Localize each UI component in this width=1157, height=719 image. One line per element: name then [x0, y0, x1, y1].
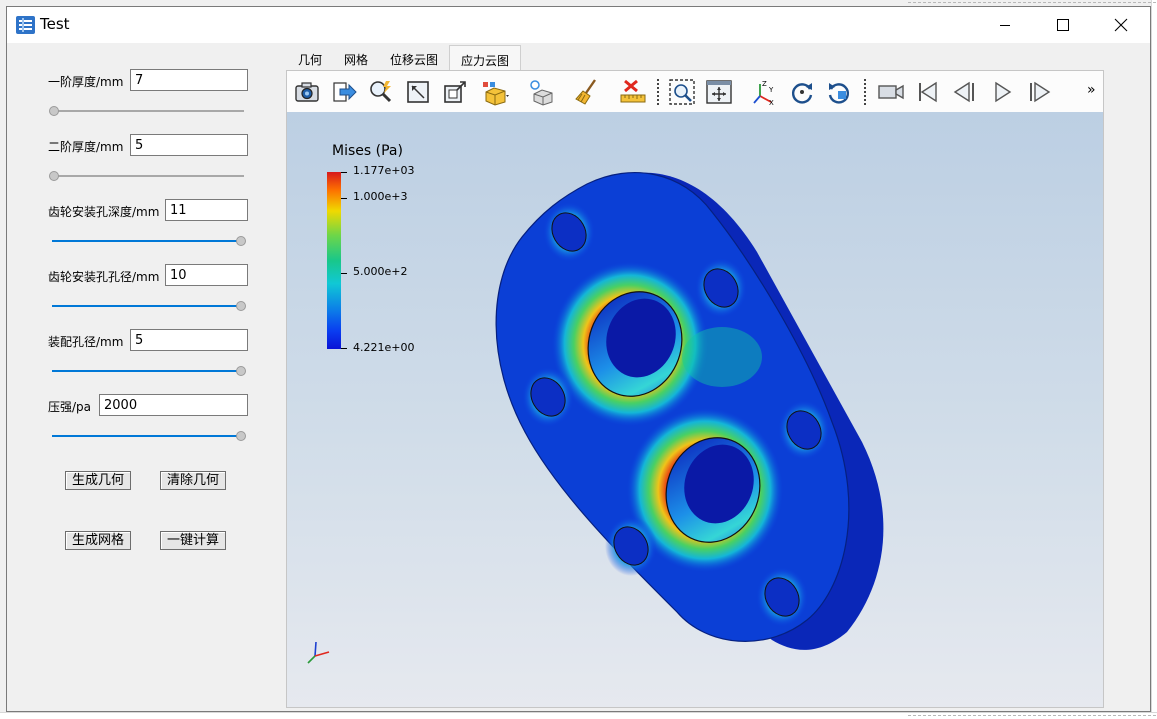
tab-displacement[interactable]: 位移云图 [379, 45, 449, 71]
colorbar-tick [341, 172, 347, 173]
colorbar-tick [341, 348, 347, 349]
close-button[interactable] [1092, 7, 1150, 43]
generate-mesh-button[interactable]: 生成网格 [65, 531, 131, 550]
play-icon[interactable] [988, 78, 1016, 106]
first-frame-icon[interactable] [914, 78, 942, 106]
3d-viewport[interactable]: Mises (Pa) 1.177e+03 1.000e+3 5.000e+2 4… [287, 112, 1103, 707]
parameter-panel: 一阶厚度/mm 7 二阶厚度/mm 5 齿轮安装孔深度/mm 11 齿轮安装孔孔… [7, 43, 285, 713]
maximize-icon [1057, 19, 1069, 31]
prev-frame-icon[interactable] [951, 78, 979, 106]
background-window-edge [1151, 0, 1157, 718]
gear-hole-diameter-slider-handle[interactable] [236, 301, 246, 311]
reset-view-icon[interactable] [705, 78, 733, 106]
param-label-gear-hole-diameter: 齿轮安装孔孔径/mm [48, 270, 160, 284]
legend-max-label: 1.177e+03 [353, 164, 415, 177]
legend-label-1000: 1.000e+3 [353, 190, 408, 203]
pressure-input[interactable]: 2000 [99, 394, 248, 416]
assembly-hole-input[interactable]: 5 [130, 329, 248, 351]
interact-select-icon[interactable] [404, 78, 432, 106]
light-icon[interactable] [527, 78, 555, 106]
orientation-axes-icon [307, 641, 330, 664]
rotate-ccw-icon[interactable] [825, 78, 853, 106]
video-camera-icon[interactable] [877, 78, 905, 106]
param-label-gear-hole-depth: 齿轮安装孔深度/mm [48, 205, 160, 219]
tab-geometry[interactable]: 几何 [287, 45, 333, 71]
second-thickness-slider[interactable] [52, 175, 244, 177]
legend-title: Mises (Pa) [332, 143, 403, 159]
param-label-first-thickness: 一阶厚度/mm [48, 75, 124, 89]
first-thickness-slider[interactable] [52, 110, 244, 112]
svg-text:X: X [769, 99, 774, 106]
window-title: Test [40, 15, 70, 33]
legend-label-500: 5.000e+2 [353, 265, 408, 278]
second-thickness-input[interactable]: 5 [130, 134, 248, 156]
second-thickness-slider-handle[interactable] [49, 171, 59, 181]
gear-hole-depth-slider[interactable] [52, 240, 244, 242]
more-icon[interactable]: » [1087, 82, 1096, 98]
last-frame-icon[interactable] [1025, 78, 1053, 106]
app-icon [16, 16, 35, 34]
toolbar-separator [864, 79, 866, 105]
first-thickness-input[interactable]: 7 [130, 69, 248, 91]
maximize-button[interactable] [1034, 7, 1092, 43]
param-label-pressure: 压强/pa [48, 400, 92, 414]
camera-icon[interactable] [293, 78, 321, 106]
toolbar-separator [657, 79, 659, 105]
title-bar: Test [7, 7, 1150, 43]
stress-contour-model [495, 172, 884, 650]
tab-bar: 几何 网格 位移云图 应力云图 [287, 45, 522, 71]
colorbar-tick [341, 198, 347, 199]
clear-geometry-button[interactable]: 清除几何 [160, 471, 226, 490]
colorbar-tick [341, 273, 347, 274]
assembly-hole-slider[interactable] [52, 370, 244, 372]
viewer-toolbar: ZYX » [287, 71, 1103, 113]
legend-min-label: 4.221e+00 [353, 341, 415, 354]
svg-text:Y: Y [768, 86, 774, 94]
background-dashed-line [908, 715, 1156, 716]
zoom-box-icon[interactable] [668, 78, 696, 106]
one-click-compute-button[interactable]: 一键计算 [160, 531, 226, 550]
rotate-cw-icon[interactable] [788, 78, 816, 106]
minimize-icon [1000, 25, 1010, 26]
first-thickness-slider-handle[interactable] [49, 106, 59, 116]
show-orientation-icon[interactable] [441, 78, 469, 106]
render-view: ZYX » Mises (Pa) 1.177e+03 1.000e+3 5.00… [286, 70, 1104, 708]
app-window: Test 一阶厚度/mm 7 二阶厚度/mm 5 齿轮安装孔深度/mm 11 齿… [6, 6, 1151, 712]
assembly-hole-slider-handle[interactable] [236, 366, 246, 376]
pressure-slider-handle[interactable] [236, 431, 246, 441]
export-arrow-icon[interactable] [330, 78, 358, 106]
generate-geometry-button[interactable]: 生成几何 [65, 471, 131, 490]
svg-text:Z: Z [762, 80, 767, 88]
background-dashed-line [908, 2, 1156, 3]
close-icon [1114, 18, 1128, 32]
minimize-button[interactable] [976, 7, 1034, 43]
tab-mesh[interactable]: 网格 [333, 45, 379, 71]
param-label-assembly-hole: 装配孔径/mm [48, 335, 124, 349]
gear-hole-depth-slider-handle[interactable] [236, 236, 246, 246]
gear-hole-diameter-slider[interactable] [52, 305, 244, 307]
gear-hole-diameter-input[interactable]: 10 [165, 264, 248, 286]
pressure-slider[interactable] [52, 435, 244, 437]
clear-icon[interactable] [573, 78, 601, 106]
gear-hole-depth-input[interactable]: 11 [165, 199, 248, 221]
ruler-icon[interactable] [619, 78, 647, 106]
colorbar [327, 172, 341, 349]
param-label-second-thickness: 二阶厚度/mm [48, 140, 124, 154]
tab-stress[interactable]: 应力云图 [449, 45, 522, 71]
representation-icon[interactable] [481, 78, 509, 106]
zoom-to-data-icon[interactable] [367, 78, 395, 106]
axes-icon[interactable]: ZYX [751, 78, 779, 107]
